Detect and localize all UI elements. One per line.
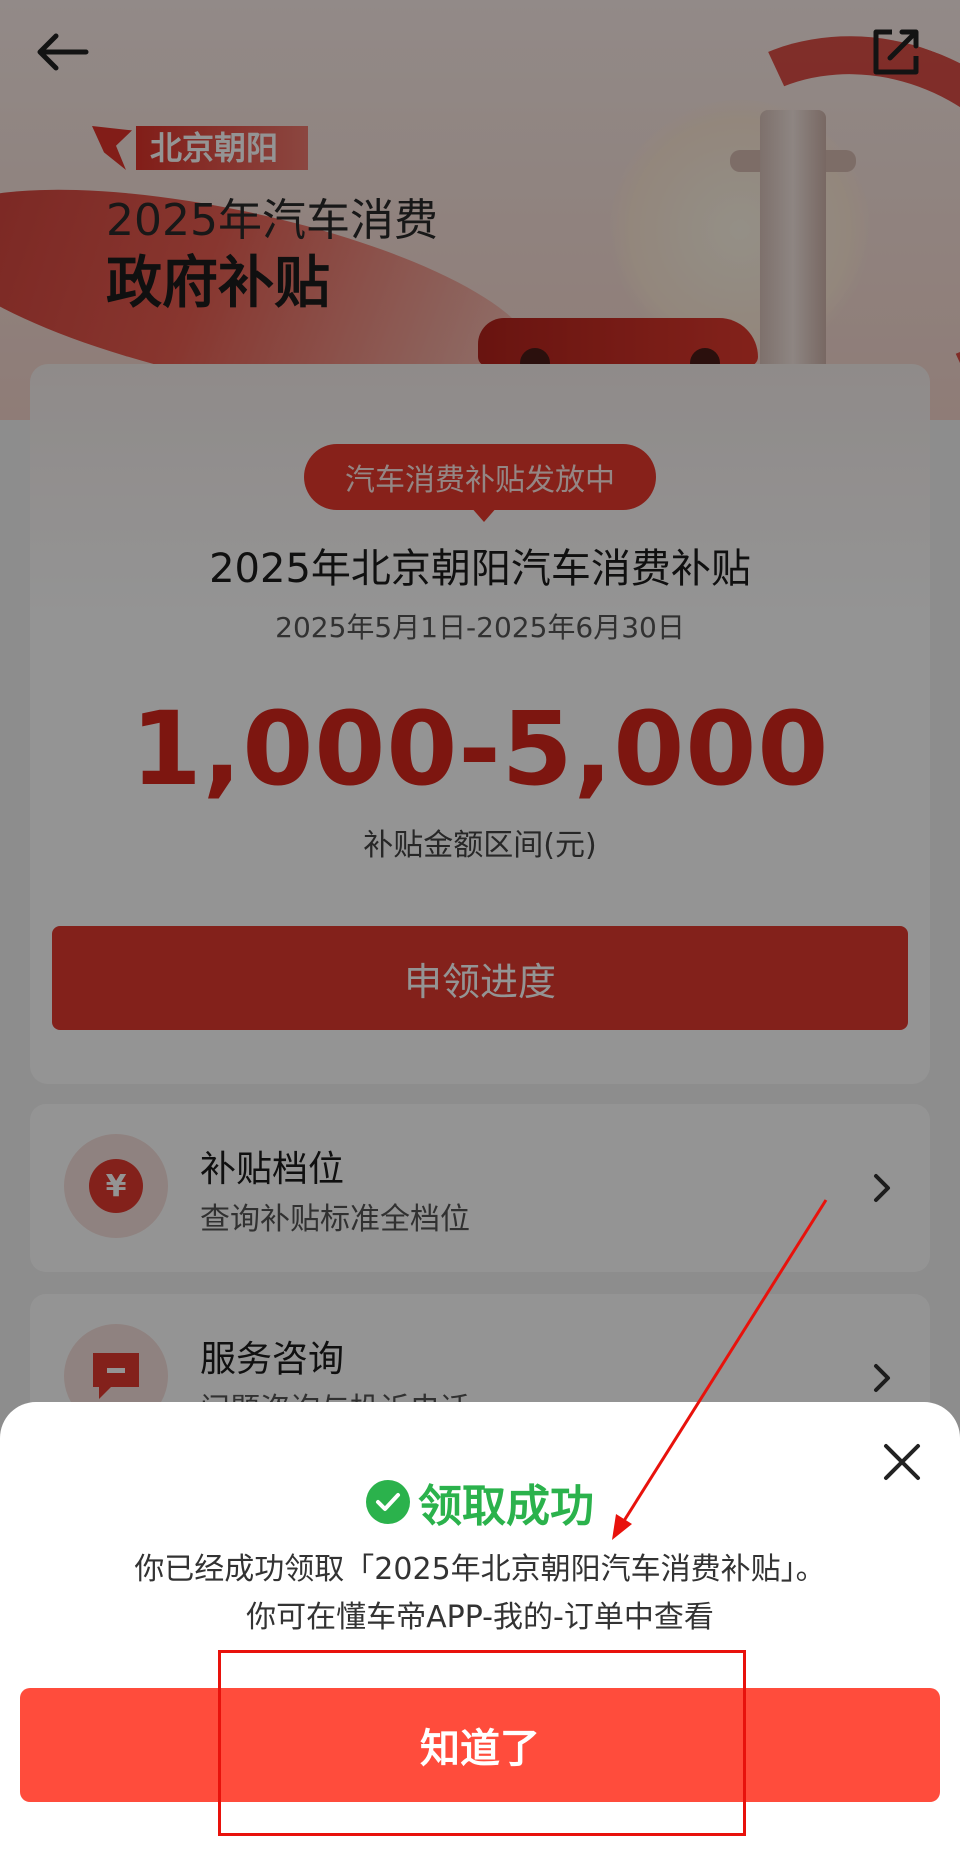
annotation-highlight-box [218,1650,746,1836]
success-message-line2: 你可在懂车帝APP-我的-订单中查看 [246,1600,714,1635]
success-message-line1: 你已经成功领取「2025年北京朝阳汽车消费补贴」。 [134,1552,826,1587]
success-heading: 领取成功 [0,1470,960,1534]
check-circle-icon [366,1480,410,1524]
success-title: 领取成功 [418,1481,594,1532]
